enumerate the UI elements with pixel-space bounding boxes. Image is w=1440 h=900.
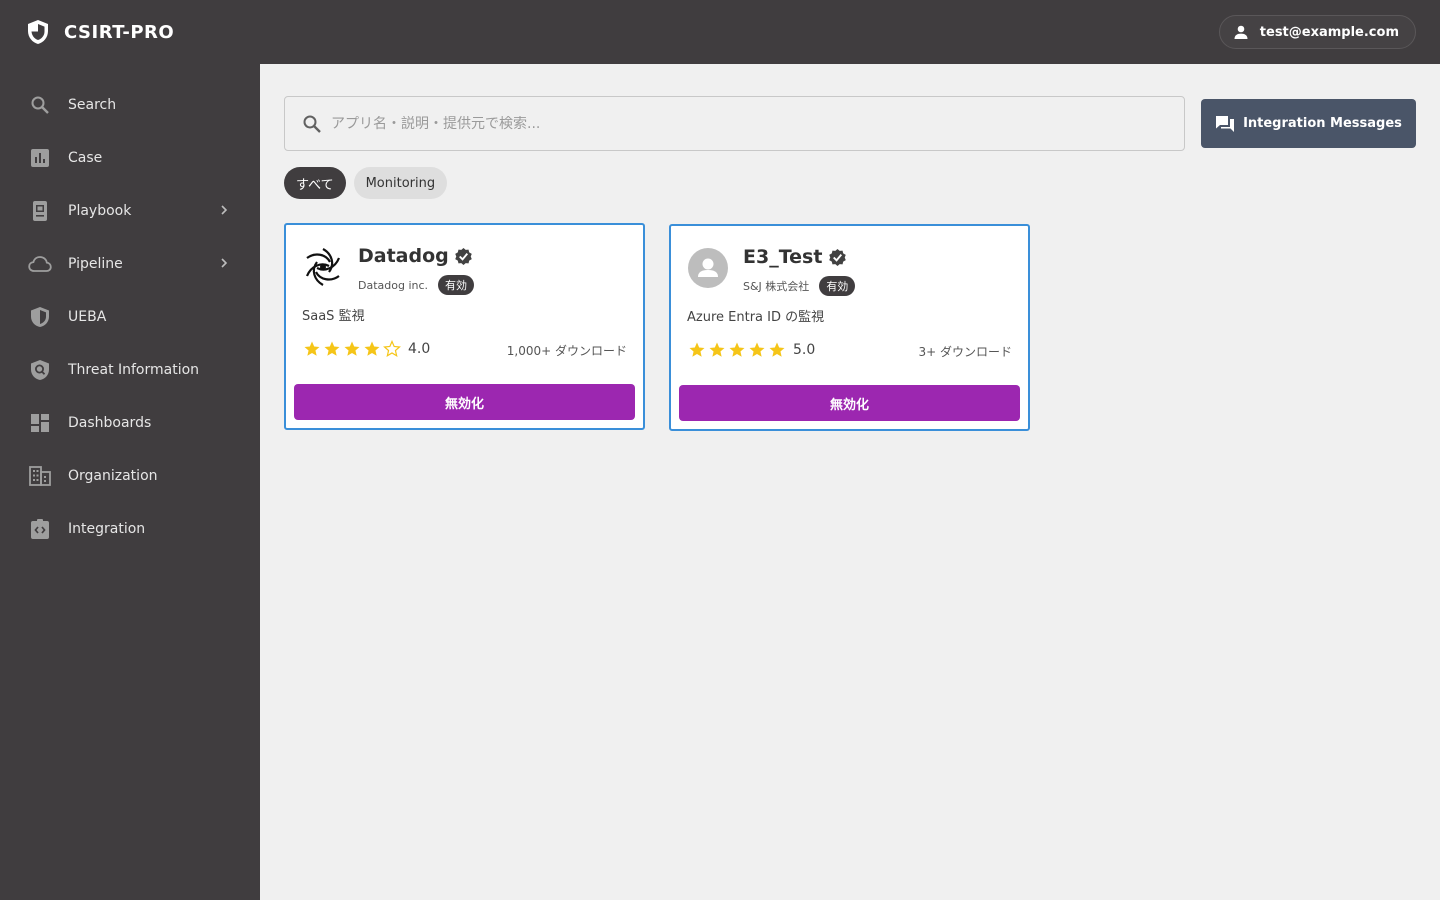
filter-chip-monitoring[interactable]: Monitoring	[353, 167, 448, 199]
shield-search-icon	[28, 358, 52, 382]
sidebar-item-label: Organization	[68, 467, 158, 484]
chevron-right-icon	[218, 256, 230, 270]
star-filled-icon	[302, 339, 322, 359]
star-filled-icon	[687, 340, 707, 360]
sidebar: Search Case Playbook Pipeline UEBA Threa…	[0, 64, 260, 900]
book-icon	[28, 199, 52, 223]
sidebar-item-label: Pipeline	[68, 255, 123, 272]
card-meta-row: S&J 株式会社 有効	[743, 276, 856, 296]
sidebar-item-case[interactable]: Case	[0, 131, 260, 184]
status-badge: 有効	[438, 275, 475, 295]
app-description: SaaS 監視	[302, 309, 365, 324]
sidebar-item-label: Case	[68, 149, 103, 166]
disable-button[interactable]: 無効化	[294, 384, 635, 420]
building-icon	[28, 464, 52, 488]
card-title-row: Datadog	[358, 245, 474, 267]
rating-value: 4.0	[408, 341, 431, 357]
rating: 4.0	[302, 339, 430, 359]
card-title-row: E3_Test	[743, 246, 847, 268]
cloud-icon	[28, 252, 52, 276]
search-icon	[28, 93, 52, 117]
avatar-placeholder-icon	[687, 247, 729, 289]
rating: 5.0	[687, 340, 815, 360]
user-email: test@example.com	[1259, 24, 1399, 40]
main-content: Integration Messages すべて Monitoring Data…	[260, 64, 1440, 900]
chat-icon	[1215, 114, 1235, 134]
download-count: 1,000+ ダウンロード	[506, 344, 627, 358]
sidebar-item-label: Integration	[68, 520, 146, 537]
card-meta-row: Datadog inc. 有効	[358, 275, 475, 295]
star-filled-icon	[747, 340, 767, 360]
top-bar: CSIRT-PRO test@example.com	[0, 0, 1440, 64]
search-icon	[301, 113, 323, 135]
integration-card[interactable]: Datadog Datadog inc. 有効 SaaS 監視 4.0 1,00…	[284, 223, 645, 430]
status-badge: 有効	[819, 276, 856, 296]
user-menu-button[interactable]: test@example.com	[1218, 15, 1416, 49]
verified-badge-icon	[827, 247, 847, 267]
star-filled-icon	[362, 339, 382, 359]
sidebar-item-playbook[interactable]: Playbook	[0, 184, 260, 237]
sidebar-item-label: Search	[68, 96, 117, 113]
person-icon	[1232, 23, 1250, 41]
chevron-right-icon	[218, 203, 230, 217]
app-title: CSIRT-PRO	[64, 21, 175, 43]
search-field[interactable]	[284, 96, 1185, 151]
filter-chip-all[interactable]: すべて	[284, 167, 346, 199]
sidebar-item-label: UEBA	[68, 308, 107, 325]
disable-button[interactable]: 無効化	[679, 385, 1020, 421]
sidebar-item-pipeline[interactable]: Pipeline	[0, 237, 260, 290]
vendor-name: S&J 株式会社	[743, 280, 810, 293]
dashboard-icon	[28, 411, 52, 435]
datadog-logo-icon	[302, 246, 344, 288]
sidebar-item-ueba[interactable]: UEBA	[0, 290, 260, 343]
star-filled-icon	[727, 340, 747, 360]
star-filled-icon	[707, 340, 727, 360]
sidebar-item-search[interactable]: Search	[0, 78, 260, 131]
sidebar-item-integration[interactable]: Integration	[0, 502, 260, 555]
vendor-name: Datadog inc.	[358, 278, 429, 292]
app-name: Datadog	[358, 245, 449, 267]
brand[interactable]: CSIRT-PRO	[26, 18, 174, 46]
verified-badge-icon	[454, 246, 474, 266]
star-filled-icon	[767, 340, 787, 360]
integration-icon	[28, 517, 52, 541]
sidebar-item-label: Threat Information	[68, 361, 200, 378]
shield-icon	[28, 305, 52, 329]
rating-value: 5.0	[793, 342, 816, 358]
star-filled-icon	[342, 339, 362, 359]
filter-chips: すべて Monitoring	[284, 167, 455, 199]
integration-messages-button[interactable]: Integration Messages	[1201, 99, 1416, 148]
sidebar-item-label: Playbook	[68, 202, 132, 219]
app-name: E3_Test	[743, 246, 823, 268]
search-input[interactable]	[331, 115, 1151, 132]
star-filled-icon	[322, 339, 342, 359]
shield-logo-icon	[26, 18, 50, 46]
integration-messages-label: Integration Messages	[1243, 116, 1402, 131]
integration-card[interactable]: E3_Test S&J 株式会社 有効 Azure Entra ID の監視 5…	[669, 224, 1030, 431]
star-empty-icon	[382, 339, 402, 359]
bar-chart-icon	[28, 146, 52, 170]
sidebar-item-organization[interactable]: Organization	[0, 449, 260, 502]
sidebar-item-threat-information[interactable]: Threat Information	[0, 343, 260, 396]
sidebar-item-label: Dashboards	[68, 414, 152, 431]
download-count: 3+ ダウンロード	[918, 345, 1012, 359]
app-description: Azure Entra ID の監視	[687, 310, 825, 325]
sidebar-item-dashboards[interactable]: Dashboards	[0, 396, 260, 449]
